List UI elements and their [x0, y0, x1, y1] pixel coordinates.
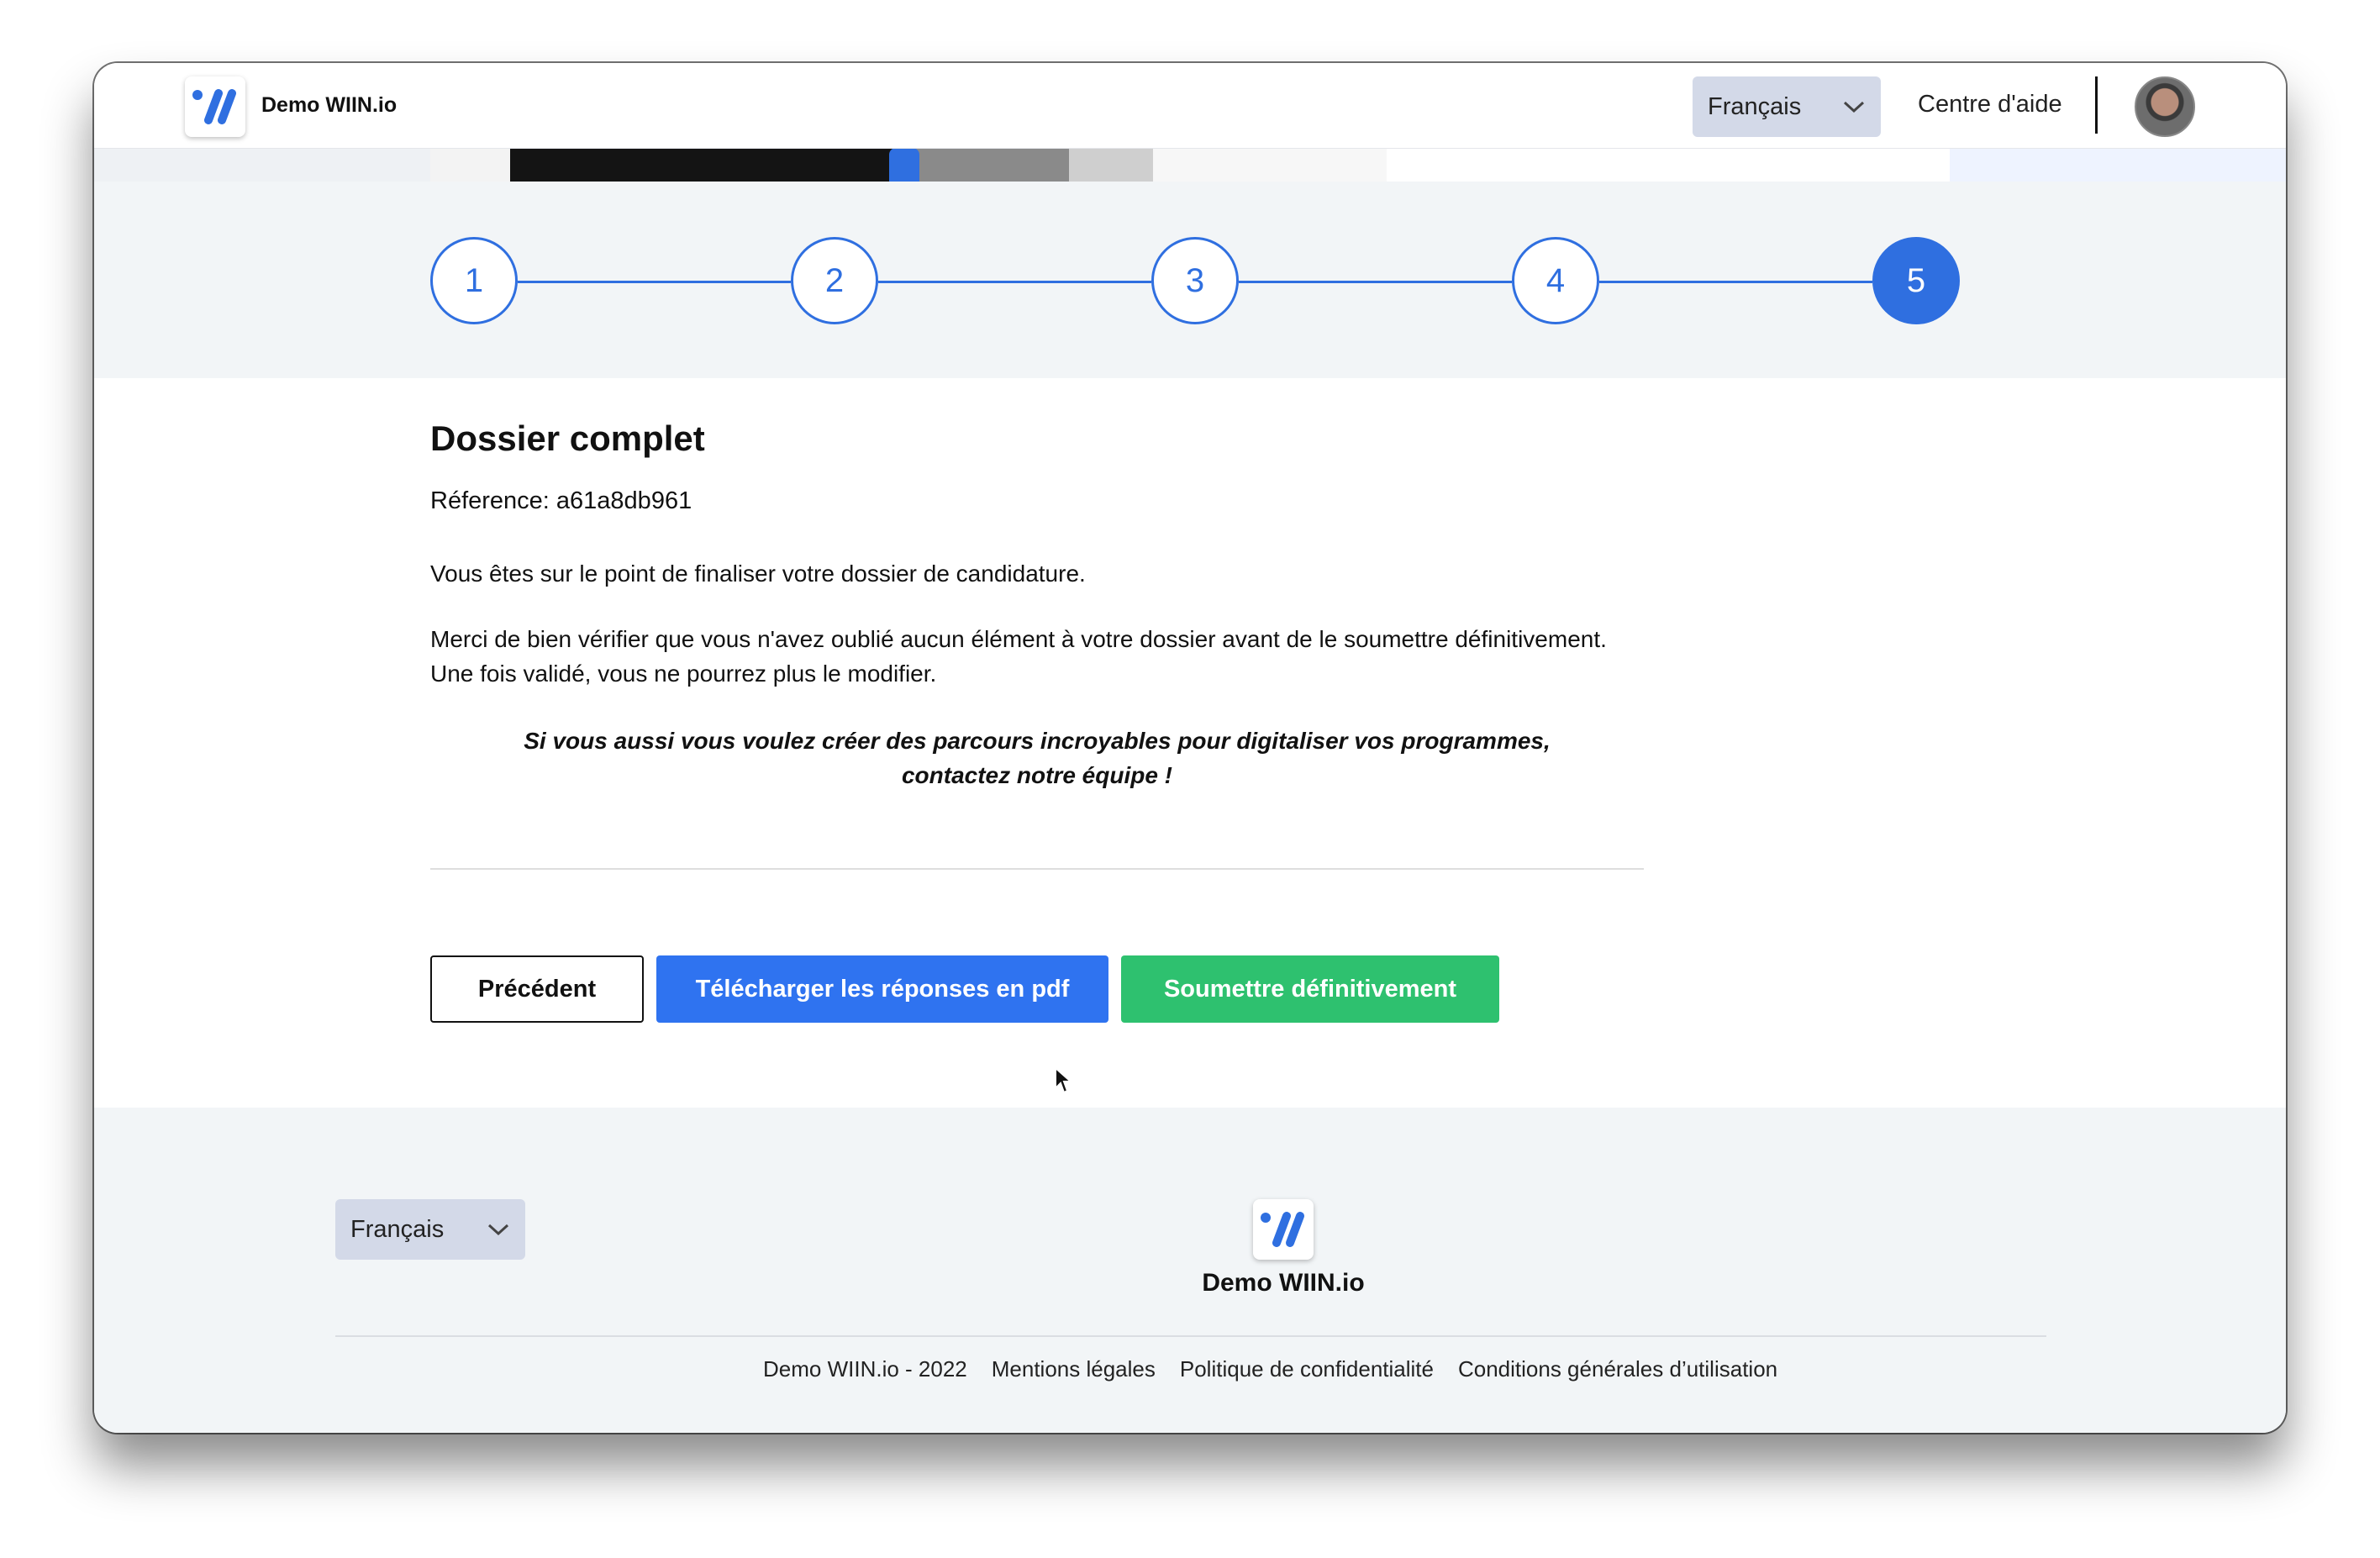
- banner-photo: [430, 148, 1387, 182]
- page-title: Dossier complet: [430, 418, 705, 458]
- previous-button[interactable]: Précédent: [430, 955, 644, 1023]
- footer-language-value: Français: [350, 1215, 445, 1243]
- step-4[interactable]: 4: [1512, 237, 1599, 324]
- chevron-down-icon: [487, 1224, 509, 1236]
- footer-copyright: Demo WIIN.io - 2022: [763, 1356, 967, 1382]
- brand-name: Demo WIIN.io: [261, 93, 398, 117]
- warning-line-1: Merci de bien vérifier que vous n'avez o…: [430, 626, 1607, 652]
- mouse-cursor-icon: [1055, 1066, 1072, 1094]
- brand-logo-icon[interactable]: [185, 76, 245, 137]
- step-5-current[interactable]: 5: [1872, 237, 1960, 324]
- warning-paragraph: Merci de bien vérifier que vous n'avez o…: [430, 622, 1607, 691]
- footer-links: Demo WIIN.io - 2022 Mentions légales Pol…: [763, 1356, 1777, 1382]
- footer-brand-name: Demo WIIN.io: [1202, 1269, 1365, 1297]
- banner-photo-detail: [889, 148, 919, 182]
- step-connector: [518, 281, 791, 283]
- step-2[interactable]: 2: [791, 237, 878, 324]
- chevron-down-icon: [1843, 101, 1865, 113]
- footer-divider: [335, 1335, 2046, 1337]
- help-center-link[interactable]: Centre d'aide: [1918, 91, 2062, 118]
- reference-text: Réference: a61a8db961: [430, 487, 692, 514]
- step-1[interactable]: 1: [430, 237, 518, 324]
- step-connector: [878, 281, 1151, 283]
- contact-cta-line-1: Si vous aussi vous voulez créer des parc…: [524, 728, 1551, 754]
- step-3[interactable]: 3: [1151, 237, 1239, 324]
- intro-paragraph: Vous êtes sur le point de finaliser votr…: [430, 561, 1086, 587]
- footer-link-privacy[interactable]: Politique de confidentialité: [1180, 1356, 1434, 1382]
- language-select-value: Français: [1708, 92, 1802, 120]
- download-pdf-button[interactable]: Télécharger les réponses en pdf: [656, 955, 1108, 1023]
- step-connector: [1599, 281, 1872, 283]
- header-divider: [2095, 76, 2098, 134]
- footer-link-terms[interactable]: Conditions générales d’utilisation: [1458, 1356, 1777, 1382]
- content-divider: [430, 868, 1644, 870]
- step-connector: [1239, 281, 1512, 283]
- footer-logo-icon: [1253, 1199, 1314, 1260]
- footer-link-legal[interactable]: Mentions légales: [992, 1356, 1156, 1382]
- browser-window: Demo WIIN.io Français Centre d'aide 1 2 …: [94, 63, 2286, 1433]
- submit-button[interactable]: Soumettre définitivement: [1121, 955, 1499, 1023]
- banner-image: [94, 148, 2286, 182]
- footer-language-select[interactable]: Français: [335, 1199, 525, 1260]
- contact-cta: Si vous aussi vous voulez créer des parc…: [430, 724, 1644, 792]
- contact-cta-line-2: contactez notre équipe !: [901, 762, 1173, 788]
- language-select[interactable]: Français: [1693, 76, 1881, 137]
- user-avatar[interactable]: [2135, 76, 2195, 137]
- warning-line-2: Une fois validé, vous ne pourrez plus le…: [430, 661, 937, 687]
- top-header: Demo WIIN.io Français Centre d'aide: [94, 63, 2286, 149]
